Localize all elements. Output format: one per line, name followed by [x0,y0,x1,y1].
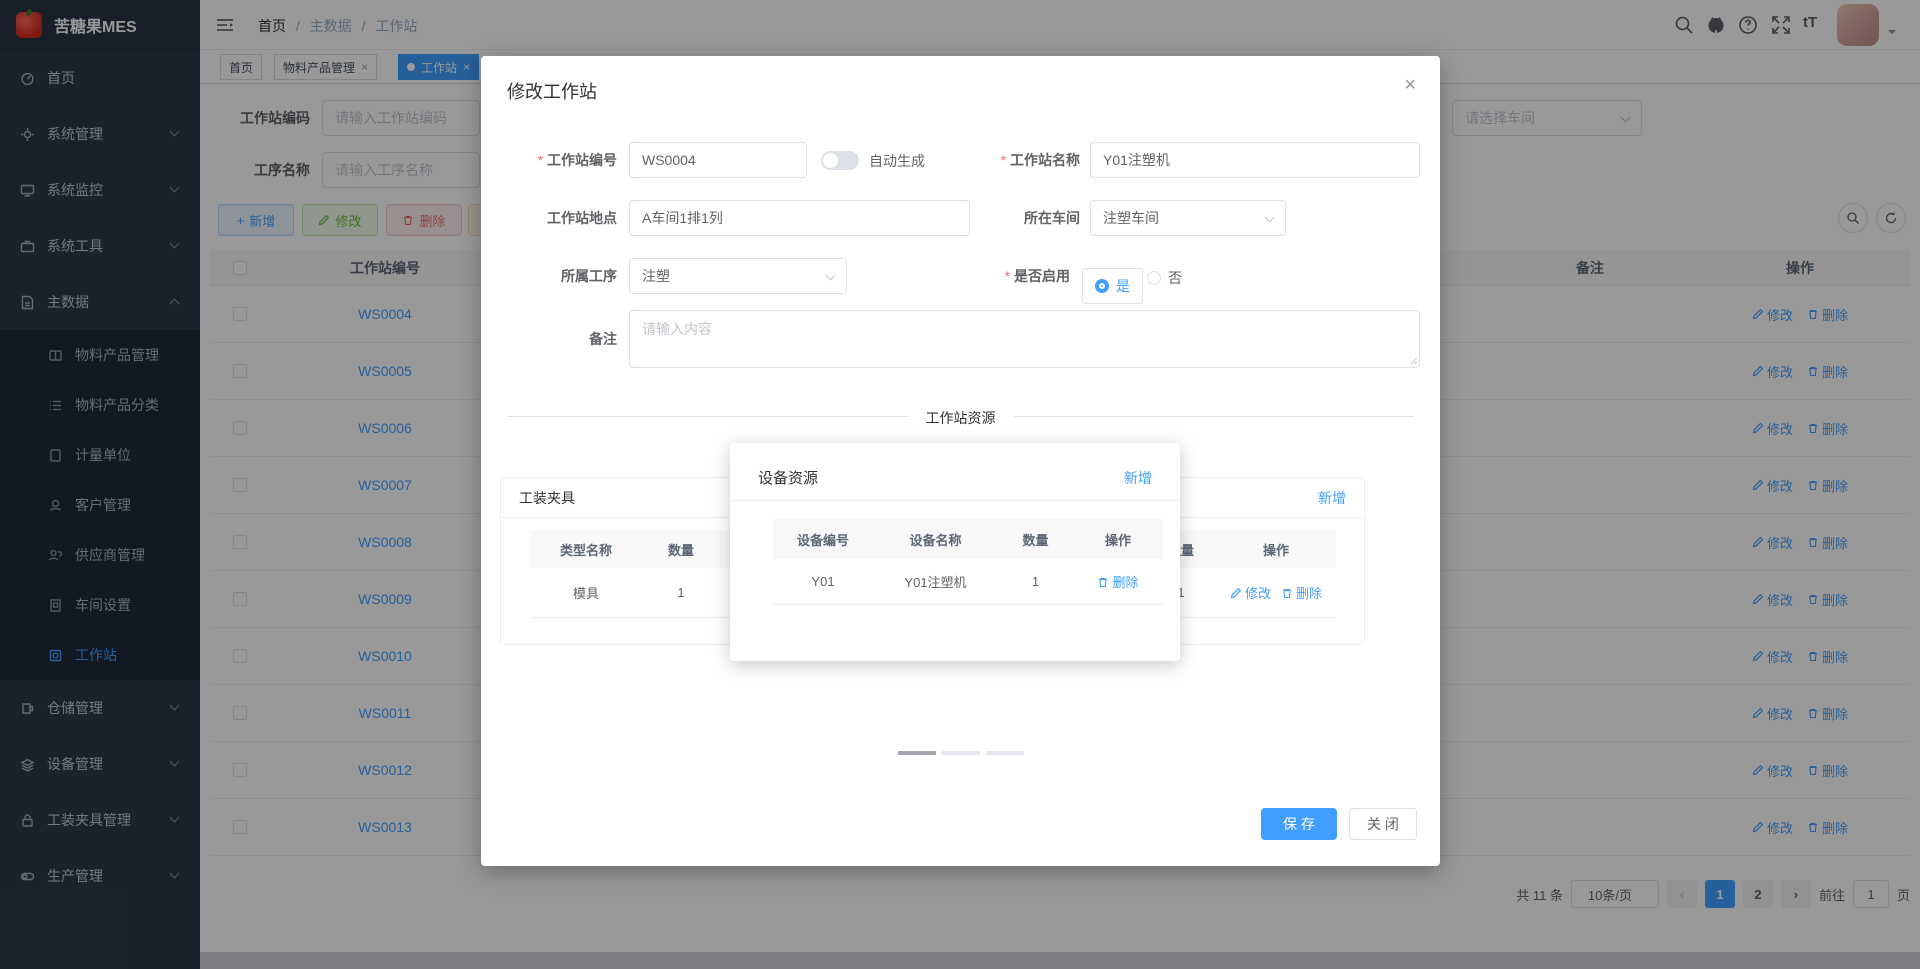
process-label: 所属工序 [561,268,617,284]
carousel-indicators [481,751,1440,755]
chevron-down-icon [825,270,836,281]
pencil-icon [1230,587,1242,598]
workshop-label: 所在车间 [1024,210,1080,226]
save-button[interactable]: 保 存 [1261,808,1337,840]
resize-grip-icon[interactable] [1409,356,1418,365]
remark-label: 备注 [589,331,617,347]
chevron-down-icon [1264,212,1275,223]
close-button[interactable]: 关 闭 [1349,808,1417,840]
carousel-indicator[interactable] [941,751,980,755]
location-input[interactable] [629,200,970,236]
remark-textarea[interactable] [629,310,1420,368]
equipment-delete-link[interactable]: 删除 [1281,583,1322,602]
dialog-close-icon[interactable]: × [1404,74,1416,97]
radio-icon [1147,271,1161,285]
equipment-resource-popup: 设备资源 新增 设备编号 设备名称 数量 操作 Y01 Y01注塑机 1 删除 [730,443,1180,661]
name-input[interactable] [1090,142,1420,178]
code-input[interactable] [629,142,807,178]
popup-table: 设备编号 设备名称 数量 操作 Y01 Y01注塑机 1 删除 [773,519,1163,605]
dialog-title: 修改工作站 [507,82,597,102]
popup-row: Y01 Y01注塑机 1 删除 [773,559,1163,605]
enabled-no-radio[interactable]: 否 [1147,268,1182,288]
process-select[interactable]: 注塑 [629,258,847,294]
fixture-card-title: 工装夹具 [519,489,575,506]
popup-title: 设备资源 [758,470,819,487]
trash-icon [1283,588,1291,598]
location-label: 工作站地点 [547,210,617,226]
enabled-yes-radio[interactable]: 是 [1082,268,1143,304]
code-label: 工作站编号 [481,142,617,178]
autogen-toggle[interactable] [821,151,859,170]
section-divider-title: 工作站资源 [481,408,1440,428]
radio-icon [1095,279,1109,293]
trash-icon [1099,577,1108,587]
popup-delete-link[interactable]: 删除 [1097,572,1139,591]
popup-add-link[interactable]: 新增 [1124,468,1152,488]
carousel-indicator[interactable] [897,751,936,755]
workshop-select[interactable]: 注塑车间 [1090,200,1286,236]
carousel-indicator[interactable] [985,751,1024,755]
autogen-label: 自动生成 [869,153,925,169]
equipment-add-link[interactable]: 新增 [1318,488,1346,508]
name-label: 工作站名称 [944,142,1080,178]
enabled-label: 是否启用 [944,258,1070,294]
equipment-edit-link[interactable]: 修改 [1230,583,1271,602]
